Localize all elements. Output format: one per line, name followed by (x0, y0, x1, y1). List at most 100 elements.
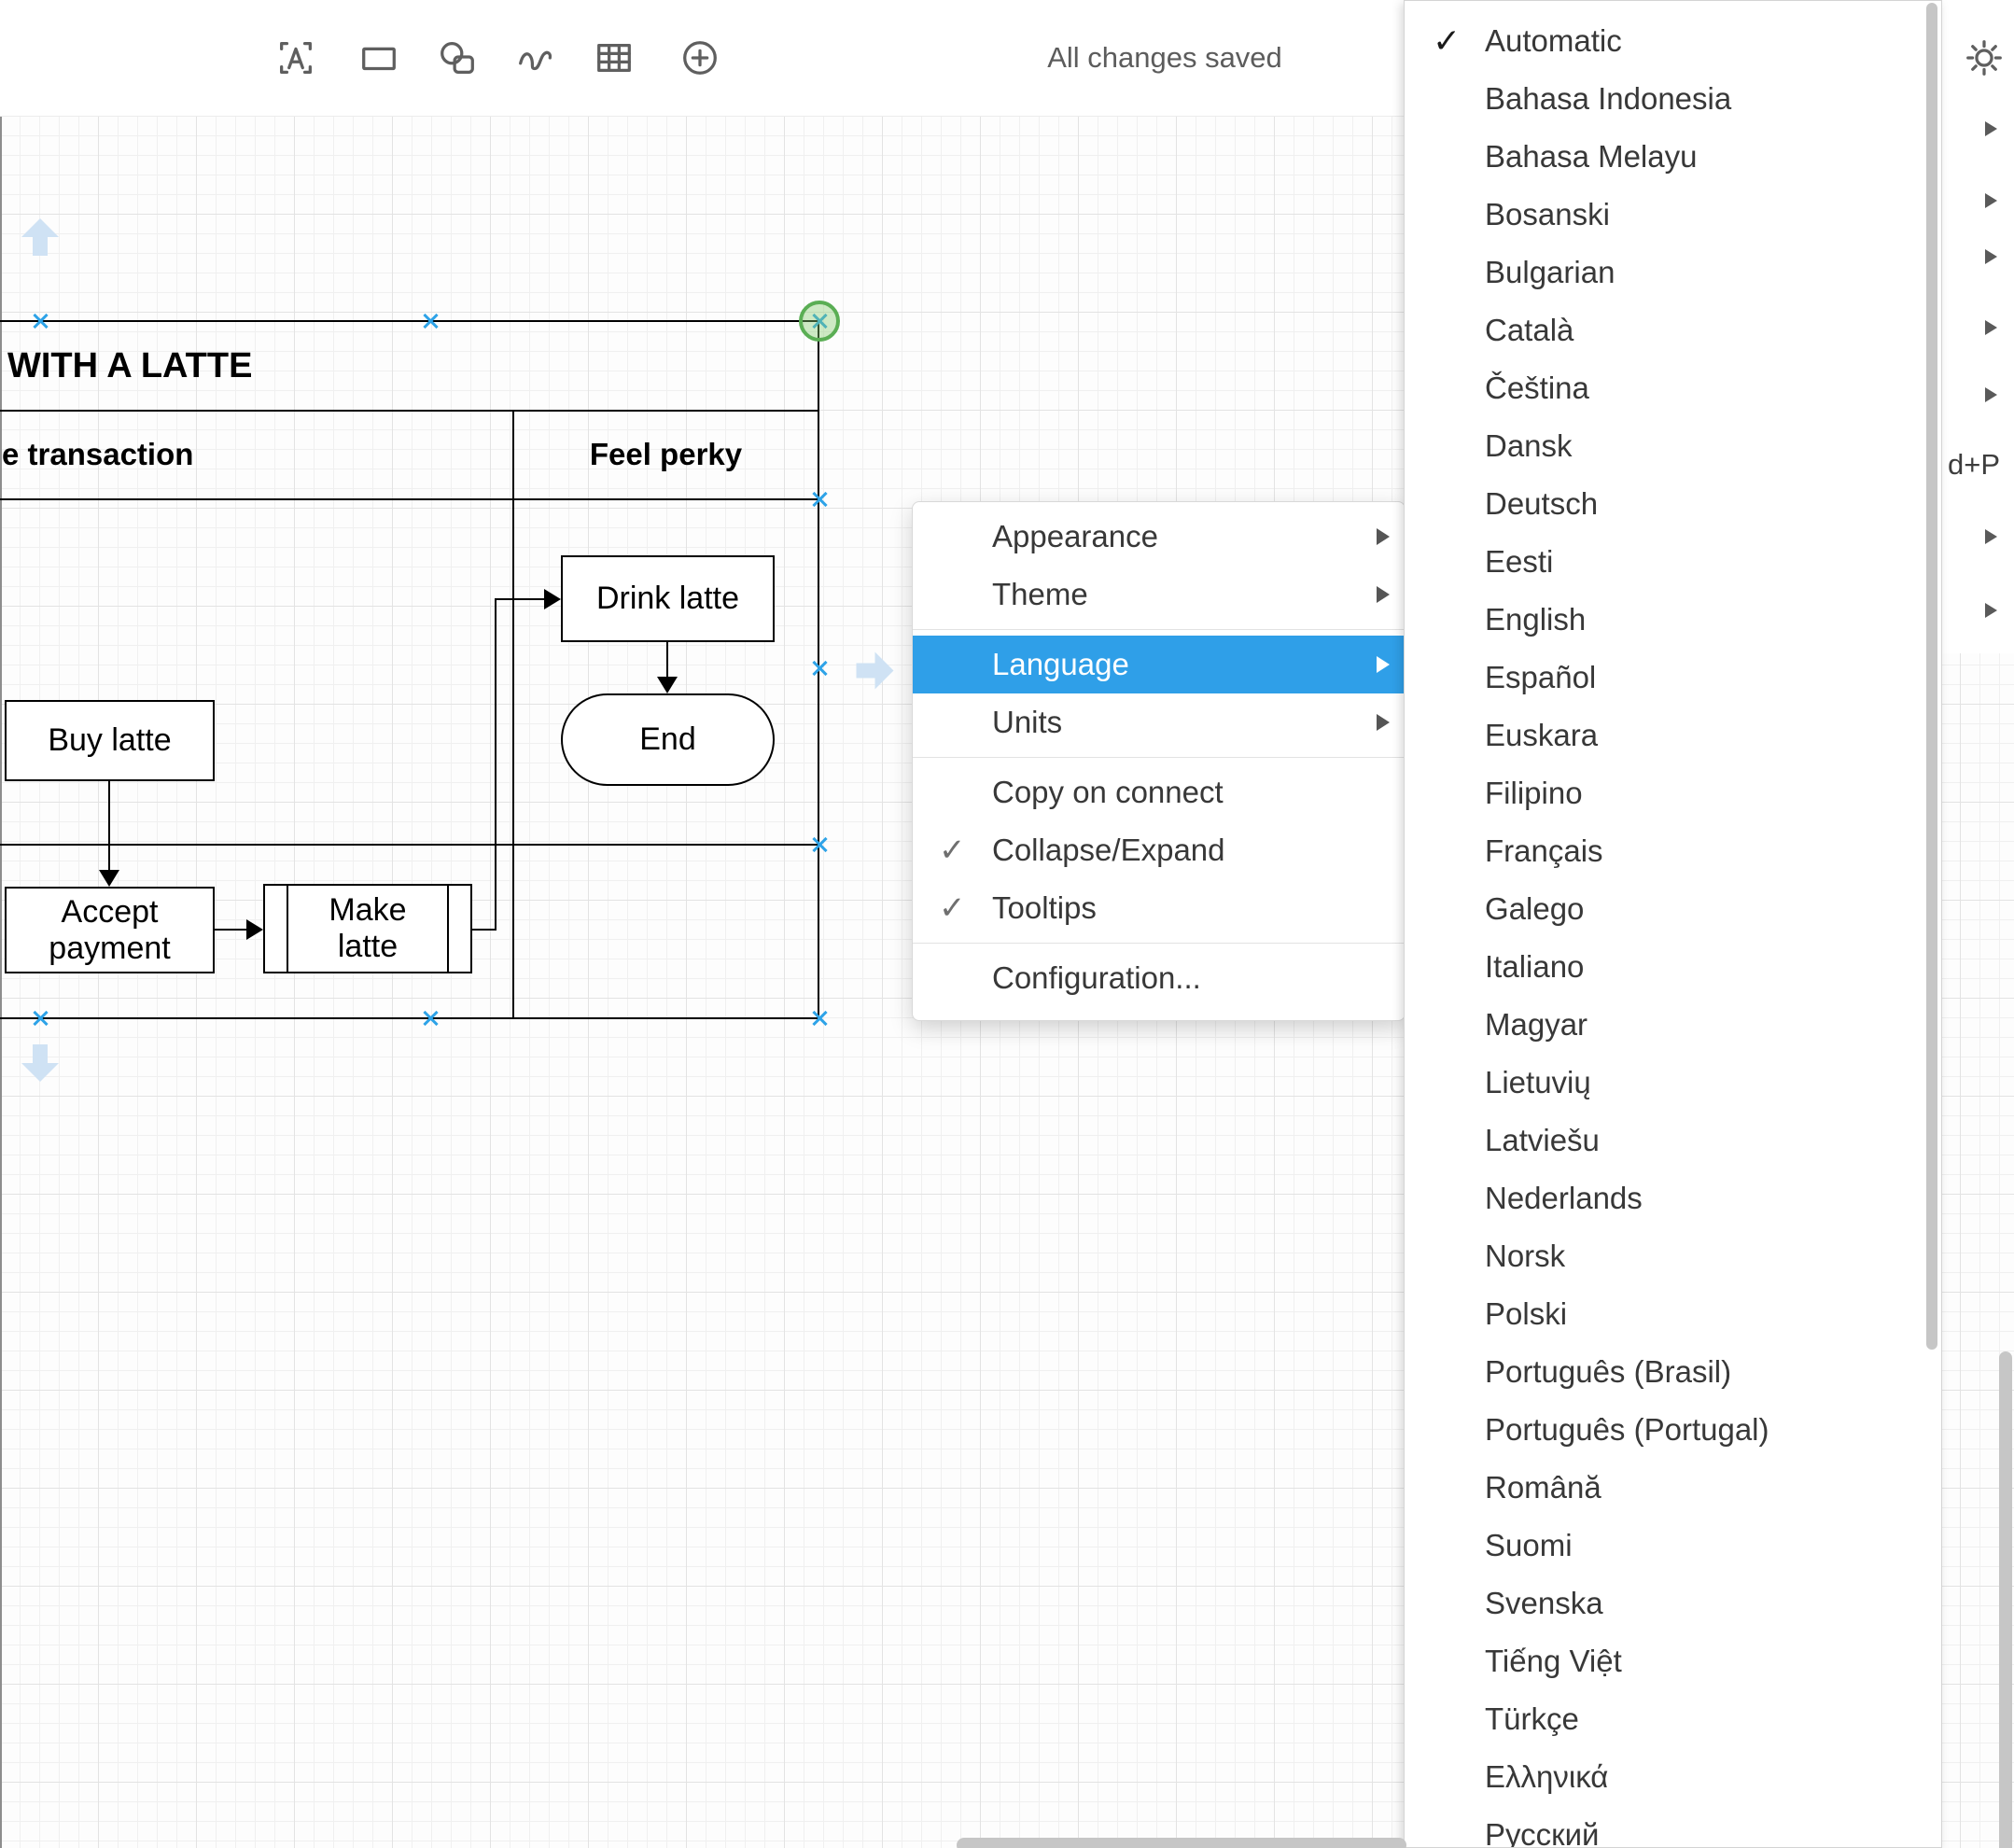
edge-make-to-drink-seg2[interactable] (495, 599, 497, 931)
table-tool-button[interactable] (588, 32, 640, 84)
language-option[interactable]: English (1405, 591, 1941, 649)
node-end-label: End (639, 721, 696, 758)
language-option[interactable]: Eesti (1405, 533, 1941, 591)
text-tool-button[interactable] (270, 32, 322, 84)
language-option-label: Bosanski (1485, 197, 1610, 231)
rectangle-tool-icon (357, 36, 400, 79)
language-option-label: Türkçe (1485, 1701, 1579, 1736)
language-option[interactable]: Nederlands (1405, 1169, 1941, 1227)
language-option[interactable]: Latviešu (1405, 1112, 1941, 1169)
language-option[interactable]: Galego (1405, 880, 1941, 938)
language-option[interactable]: Español (1405, 649, 1941, 707)
language-option[interactable]: Svenska (1405, 1575, 1941, 1632)
node-end[interactable]: End (561, 693, 775, 786)
language-option[interactable]: Italiano (1405, 938, 1941, 996)
language-option[interactable]: Dansk (1405, 417, 1941, 475)
language-option[interactable]: Tiếng Việt (1405, 1632, 1941, 1690)
selection-handle-x[interactable] (811, 660, 828, 677)
language-option[interactable]: Filipino (1405, 764, 1941, 822)
submenu-arrow-icon (1377, 528, 1390, 545)
language-option-label: Automatic (1485, 23, 1622, 58)
language-option[interactable]: Русский (1405, 1806, 1941, 1848)
shortcut-fragment: d+P (1948, 448, 2000, 482)
submenu-scrollbar[interactable] (1926, 3, 1937, 1350)
menu-item-theme[interactable]: Theme (913, 566, 1405, 623)
checkmark-icon: ✓ (1433, 12, 1461, 70)
submenu-arrow-icon (1985, 603, 1997, 618)
language-option[interactable]: Norsk (1405, 1227, 1941, 1285)
language-option[interactable]: Português (Portugal) (1405, 1401, 1941, 1459)
arrowhead-buy-to-accept (99, 870, 119, 887)
pool-title: WITH A LATTE (7, 321, 252, 411)
selection-handle-x[interactable] (811, 836, 828, 853)
theme-toggle-button[interactable] (1961, 35, 2007, 81)
node-make-latte[interactable]: Make latte (263, 884, 472, 973)
language-option-label: Latviešu (1485, 1123, 1600, 1157)
edge-make-to-drink-seg1[interactable] (472, 929, 497, 931)
horizontal-scrollbar[interactable] (957, 1838, 1406, 1848)
language-option[interactable]: Čeština (1405, 359, 1941, 417)
language-option[interactable]: Türkçe (1405, 1690, 1941, 1748)
selection-handle-x[interactable] (422, 313, 439, 329)
add-shape-icon (678, 36, 721, 79)
menu-separator (913, 757, 1405, 758)
row-divider (0, 844, 819, 846)
freehand-tool-button[interactable] (510, 32, 562, 84)
node-accept-payment[interactable]: Accept payment (5, 887, 215, 973)
language-option[interactable]: Suomi (1405, 1517, 1941, 1575)
language-option-label: Eesti (1485, 544, 1553, 579)
arrowhead-drink-to-end (657, 677, 678, 693)
selection-handle-x[interactable] (811, 491, 828, 508)
language-option-label: Français (1485, 833, 1603, 868)
menu-item-collapse-expand[interactable]: ✓ Collapse/Expand (913, 821, 1405, 879)
selection-handle-x[interactable] (811, 1010, 828, 1027)
rectangle-tool-button[interactable] (353, 32, 405, 84)
language-option[interactable]: Română (1405, 1459, 1941, 1517)
edge-buy-to-accept[interactable] (108, 781, 110, 870)
language-option[interactable]: Bahasa Melayu (1405, 128, 1941, 186)
menu-item-tooltips[interactable]: ✓ Tooltips (913, 879, 1405, 937)
menu-item-configuration[interactable]: Configuration... (913, 949, 1405, 1007)
edge-accept-to-make[interactable] (215, 929, 246, 931)
language-option[interactable]: Català (1405, 301, 1941, 359)
submenu-arrow-icon (1985, 121, 1997, 136)
node-buy-latte[interactable]: Buy latte (5, 700, 215, 781)
selection-handle-x[interactable] (422, 1010, 439, 1027)
selection-handle-x[interactable] (32, 313, 49, 329)
language-option[interactable]: Magyar (1405, 996, 1941, 1054)
node-accept-payment-label: Accept payment (7, 894, 213, 967)
language-option-label: Português (Portugal) (1485, 1412, 1769, 1447)
menu-item-appearance[interactable]: Appearance (913, 508, 1405, 566)
language-option[interactable]: Lietuvių (1405, 1054, 1941, 1112)
edge-drink-to-end[interactable] (666, 642, 668, 677)
language-option[interactable]: Bahasa Indonesia (1405, 70, 1941, 128)
edge-make-to-drink-seg3[interactable] (495, 598, 544, 600)
menu-item-label: Collapse/Expand (992, 833, 1225, 867)
vertical-scrollbar[interactable] (1999, 1351, 2012, 1848)
node-drink-latte[interactable]: Drink latte (561, 555, 775, 642)
language-option[interactable]: Deutsch (1405, 475, 1941, 533)
language-option[interactable]: Français (1405, 822, 1941, 880)
language-option[interactable]: Bulgarian (1405, 244, 1941, 301)
shape-tool-button[interactable] (431, 32, 483, 84)
connect-arrow-up-icon[interactable] (18, 217, 63, 262)
language-option[interactable]: Bosanski (1405, 186, 1941, 244)
menu-item-copy-on-connect[interactable]: Copy on connect (913, 763, 1405, 821)
menu-item-units[interactable]: Units (913, 693, 1405, 751)
menu-separator (913, 943, 1405, 944)
language-option[interactable]: Polski (1405, 1285, 1941, 1343)
language-option[interactable]: Português (Brasil) (1405, 1343, 1941, 1401)
corner-resize-handle[interactable] (799, 301, 840, 342)
language-option[interactable]: Euskara (1405, 707, 1941, 764)
selection-handle-x[interactable] (32, 1010, 49, 1027)
add-shape-button[interactable] (674, 32, 726, 84)
menu-item-label: Theme (992, 577, 1088, 611)
node-drink-latte-label: Drink latte (596, 581, 739, 617)
connect-arrow-down-icon[interactable] (18, 1038, 63, 1084)
menu-item-language[interactable]: Language (913, 636, 1405, 693)
language-option-automatic[interactable]: ✓ Automatic (1405, 12, 1941, 70)
connect-arrow-right-icon[interactable] (850, 649, 896, 693)
language-option-label: Bahasa Indonesia (1485, 81, 1731, 116)
submenu-arrow-icon (1985, 387, 1997, 402)
language-option[interactable]: Ελληνικά (1405, 1748, 1941, 1806)
